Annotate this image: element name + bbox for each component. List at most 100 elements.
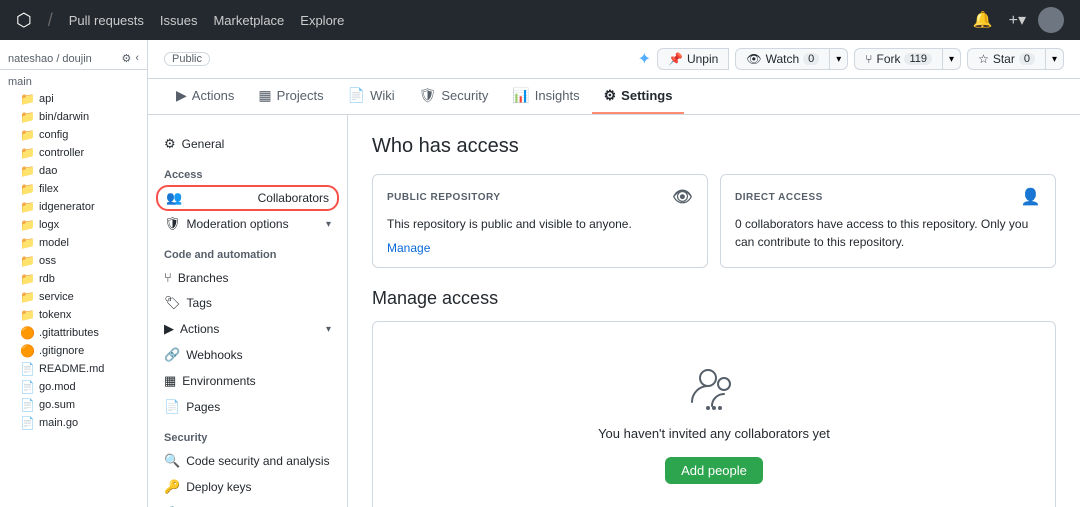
- fork-dropdown-caret[interactable]: ▾: [943, 48, 961, 70]
- nav-marketplace[interactable]: Marketplace: [213, 13, 284, 28]
- sidebar-item-api[interactable]: 📁api: [0, 90, 147, 108]
- fork-action-group: ⑂ Fork 119 ▾: [854, 48, 961, 70]
- sidebar-item-idgenerator[interactable]: 📁idgenerator: [0, 198, 147, 216]
- watch-label: Watch: [766, 52, 800, 66]
- sidebar-item-filex[interactable]: 📁filex: [0, 180, 147, 198]
- branches-label: Branches: [178, 271, 229, 285]
- sidebar-item-oss[interactable]: 📁oss: [0, 252, 147, 270]
- settings-moderation-item[interactable]: 🛡Moderation options ▾: [148, 211, 347, 237]
- tab-wiki[interactable]: 📄 Wiki: [336, 79, 407, 114]
- access-heading: Access: [148, 165, 347, 185]
- star-button[interactable]: ☆ Star 0: [967, 48, 1046, 70]
- sidebar-item-readme[interactable]: 📄 README.md: [0, 360, 147, 378]
- repo-header: Public ✦ 📌 Unpin 👁 Watch 0 ▾ ⑂ Fork 119 …: [148, 40, 1080, 79]
- public-badge: Public: [164, 52, 210, 66]
- settings-tags-item[interactable]: 🏷Tags: [148, 290, 347, 316]
- sidebar-item-model[interactable]: 📁model: [0, 234, 147, 252]
- manage-access-title: Manage access: [372, 288, 1056, 309]
- sidebar-item-main-go[interactable]: 📄main.go: [0, 414, 147, 432]
- star-dropdown-caret[interactable]: ▾: [1046, 48, 1064, 70]
- eye-icon: 👁: [672, 187, 693, 207]
- tab-actions[interactable]: ▶ Actions: [164, 79, 246, 114]
- unpin-action-group: 📌 Unpin: [657, 48, 729, 70]
- general-label: General: [182, 137, 225, 151]
- settings-general-item[interactable]: ⚙General: [148, 131, 347, 157]
- manage-link[interactable]: Manage: [387, 241, 693, 255]
- collaborators-icon: 👥: [166, 190, 182, 206]
- item-label: README.md: [39, 363, 104, 375]
- tab-label: Insights: [535, 88, 580, 103]
- sidebar-item-logx[interactable]: 📁logx: [0, 216, 147, 234]
- sidebar-item-config[interactable]: 📁config: [0, 126, 147, 144]
- sidebar-item-rdb[interactable]: 📁rdb: [0, 270, 147, 288]
- sidebar-item-service[interactable]: 📁 service: [0, 288, 147, 306]
- sidebar-item-go-mod[interactable]: 📄go.mod: [0, 378, 147, 396]
- plus-menu-icon[interactable]: +▾: [1005, 6, 1030, 34]
- file-tree-sidebar: nateshao / doujin ⚙ ‹ main 📁api 📁bin/dar…: [0, 40, 148, 507]
- settings-actions-item[interactable]: ▶Actions ▾: [148, 316, 347, 342]
- special-file-icon: 🟠: [20, 326, 35, 340]
- item-label: logx: [39, 219, 59, 231]
- folder-icon: 📁: [20, 254, 35, 268]
- settings-deploy-keys-item[interactable]: 🔑Deploy keys: [148, 474, 347, 500]
- empty-state-text: You haven't invited any collaborators ye…: [397, 426, 1031, 441]
- tab-settings[interactable]: ⚙ Settings: [592, 79, 685, 114]
- item-label: filex: [39, 183, 59, 195]
- unpin-button[interactable]: 📌 Unpin: [657, 48, 729, 70]
- file-icon: 📄: [20, 380, 35, 394]
- tab-security[interactable]: 🛡 Security: [407, 79, 501, 114]
- fork-button[interactable]: ⑂ Fork 119: [854, 48, 943, 70]
- sidebar-item-dao[interactable]: 📁dao: [0, 162, 147, 180]
- star-action-group: ☆ Star 0 ▾: [967, 48, 1064, 70]
- collapse-icon[interactable]: ‹: [135, 52, 139, 65]
- add-people-button[interactable]: Add people: [665, 457, 763, 484]
- settings-webhooks-item[interactable]: 🔗Webhooks: [148, 342, 347, 368]
- top-nav-right: 🔔 +▾: [969, 6, 1064, 34]
- direct-card-header: DIRECT ACCESS 👤: [735, 187, 1041, 207]
- security-tab-icon: 🛡: [419, 87, 437, 104]
- sidebar-item-gitattributes[interactable]: 🟠.gitattributes: [0, 324, 147, 342]
- access-cards: PUBLIC REPOSITORY 👁 This repository is p…: [372, 174, 1056, 268]
- tab-insights[interactable]: 📊 Insights: [500, 79, 591, 114]
- file-icon: 📄: [20, 362, 35, 376]
- item-label: go.sum: [39, 399, 75, 411]
- breadcrumb-slash: /: [48, 10, 53, 31]
- settings-icon[interactable]: ⚙: [121, 52, 131, 65]
- person-icon: 👤: [1021, 187, 1041, 207]
- sidebar-item-gitignore[interactable]: 🟠.gitignore: [0, 342, 147, 360]
- folder-icon: 📁: [20, 290, 35, 304]
- sidebar-item-controller[interactable]: 📁controller: [0, 144, 147, 162]
- public-card-description: This repository is public and visible to…: [387, 215, 693, 233]
- folder-icon: 📁: [20, 128, 35, 142]
- settings-branches-item[interactable]: ⑂Branches: [148, 265, 347, 290]
- settings-code-security-item[interactable]: 🔍Code security and analysis: [148, 448, 347, 474]
- settings-pages-item[interactable]: 📄Pages: [148, 394, 347, 420]
- notifications-bell-icon[interactable]: 🔔: [969, 6, 997, 34]
- tab-projects[interactable]: ▦ Projects: [246, 79, 335, 114]
- pages-icon: 📄: [164, 399, 180, 414]
- sidebar-item-bin-darwin[interactable]: 📁bin/darwin: [0, 108, 147, 126]
- watch-dropdown-caret[interactable]: ▾: [830, 48, 848, 70]
- folder-icon: 📁: [20, 110, 35, 124]
- tab-label: Wiki: [370, 88, 395, 103]
- sidebar-header-icons: ⚙ ‹: [121, 52, 139, 65]
- settings-main-panel: Who has access PUBLIC REPOSITORY 👁 This …: [348, 115, 1080, 507]
- settings-collaborators-item[interactable]: 👥 Collaborators: [156, 185, 339, 211]
- nav-pull-requests[interactable]: Pull requests: [69, 13, 144, 28]
- item-label: main.go: [39, 417, 78, 429]
- special-file-icon: 🟠: [20, 344, 35, 358]
- nav-explore[interactable]: Explore: [300, 13, 344, 28]
- sidebar-item-tokenx[interactable]: 📁tokenx: [0, 306, 147, 324]
- fork-label: Fork: [876, 52, 900, 66]
- repo-actions: ✦ 📌 Unpin 👁 Watch 0 ▾ ⑂ Fork 119 ▾ ☆ Sta…: [638, 48, 1064, 70]
- nav-issues[interactable]: Issues: [160, 13, 198, 28]
- item-label: dao: [39, 165, 57, 177]
- avatar[interactable]: [1038, 7, 1064, 33]
- projects-tab-icon: ▦: [258, 87, 271, 104]
- settings-environments-item[interactable]: ▦Environments: [148, 368, 347, 394]
- settings-secrets-item[interactable]: 🔒Secrets ▾: [148, 500, 347, 507]
- item-label: service: [39, 291, 74, 303]
- watch-button[interactable]: 👁 Watch 0: [735, 48, 830, 70]
- environments-icon: ▦: [164, 373, 176, 388]
- sidebar-item-go-sum[interactable]: 📄go.sum: [0, 396, 147, 414]
